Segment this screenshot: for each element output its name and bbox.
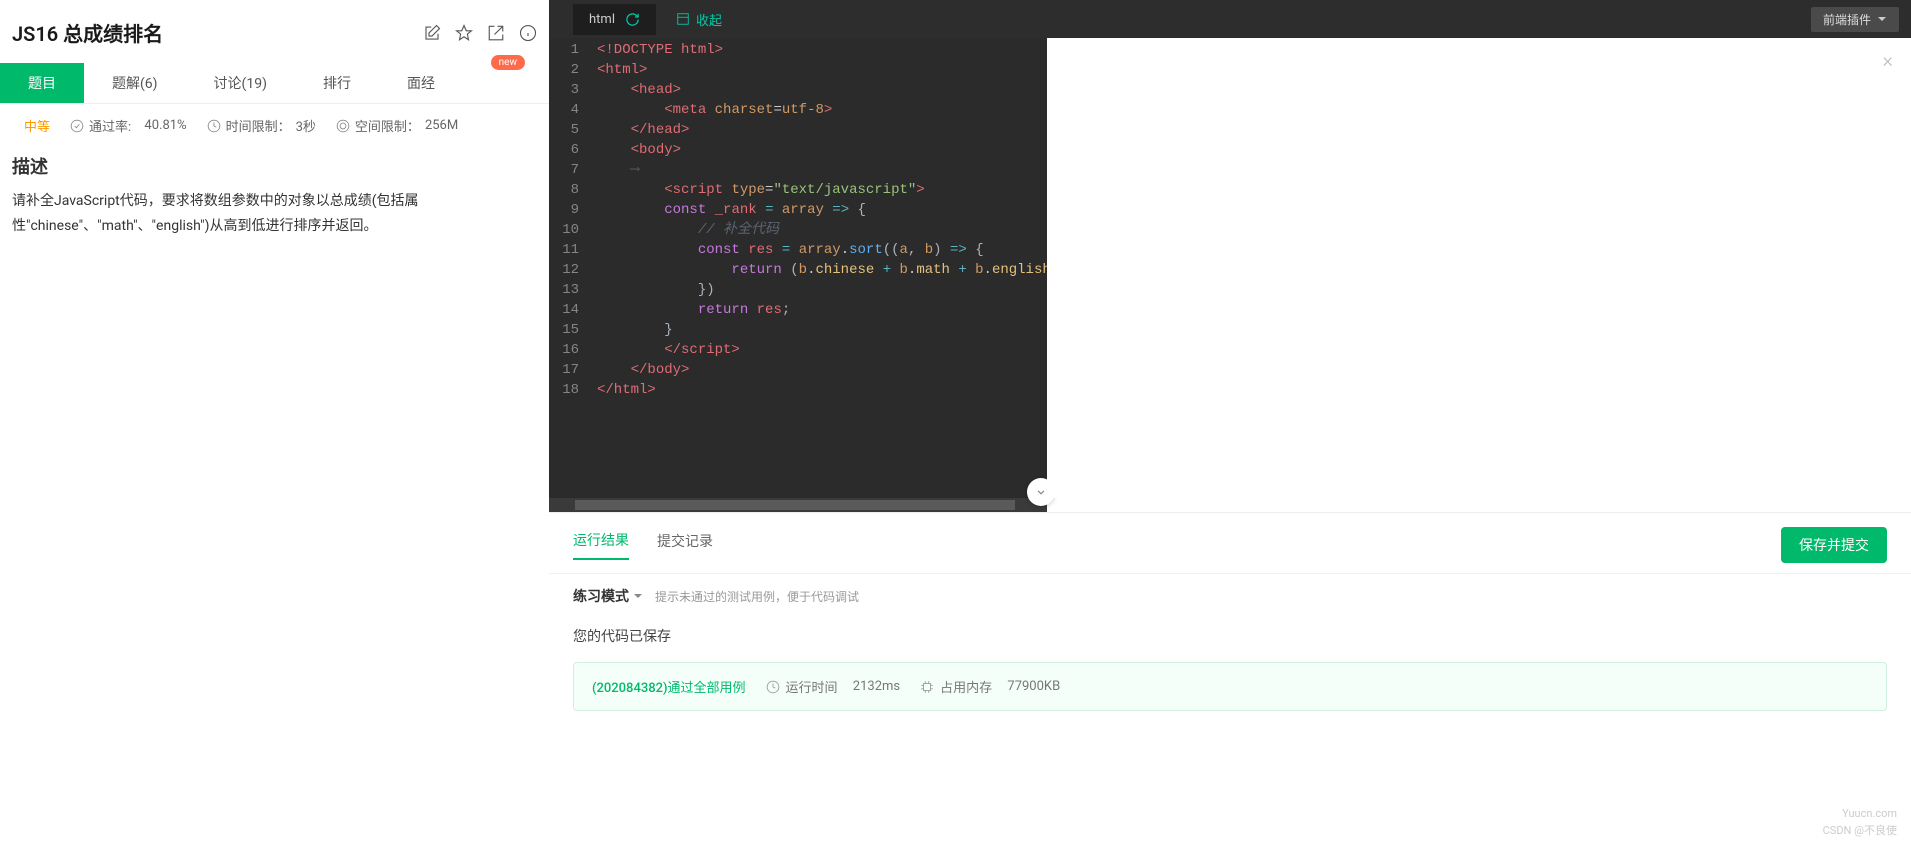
saved-message: 您的代码已保存 <box>549 618 1911 662</box>
share-icon[interactable] <box>487 24 505 42</box>
pass-result-box: (202084382)通过全部用例 运行时间 2132ms 占用内存 77900… <box>573 662 1887 711</box>
tab-solution[interactable]: 题解(6) <box>84 63 186 103</box>
memory-stat: 占用内存 77900KB <box>920 677 1060 696</box>
caret-down-icon <box>633 591 643 601</box>
difficulty-label: 中等 <box>24 116 50 135</box>
tab-interview[interactable]: 面经 <box>379 63 463 103</box>
tab-submit-history[interactable]: 提交记录 <box>657 531 713 559</box>
tab-discuss[interactable]: 讨论(19) <box>186 63 295 103</box>
close-icon[interactable]: × <box>1883 48 1893 72</box>
collapse-icon <box>676 12 690 26</box>
description-heading: 描述 <box>0 151 549 189</box>
submit-button[interactable]: 保存并提交 <box>1781 527 1887 563</box>
tab-rank[interactable]: 排行 <box>295 63 379 103</box>
chip-icon <box>920 680 934 694</box>
language-tab[interactable]: html <box>573 4 656 35</box>
clock-icon <box>207 119 221 133</box>
info-icon[interactable] <box>519 24 537 42</box>
collapse-button[interactable]: 收起 <box>676 10 722 29</box>
time-limit: 时间限制：3秒 <box>207 116 316 135</box>
description-body: 请补全JavaScript代码，要求将数组参数中的对象以总成绩(包括属性"chi… <box>0 189 549 239</box>
chevron-down-icon <box>1877 14 1887 24</box>
problem-tabs: 题目 题解(6) 讨论(19) 排行 面经 new <box>0 63 549 104</box>
target-icon <box>336 119 350 133</box>
horizontal-scrollbar[interactable] <box>549 498 1047 512</box>
edit-icon[interactable] <box>423 24 441 42</box>
star-icon[interactable] <box>455 24 473 42</box>
plugin-button[interactable]: 前端插件 <box>1811 7 1899 32</box>
refresh-icon[interactable] <box>625 12 640 27</box>
new-badge: new <box>491 55 525 70</box>
practice-hint: 提示未通过的测试用例，便于代码调试 <box>655 588 859 605</box>
watermark: Yuucn.com CSDN @不良使 <box>1823 805 1897 840</box>
code-editor[interactable]: 123456789101112131415161718 <!DOCTYPE ht… <box>549 38 1047 498</box>
check-circle-icon <box>70 119 84 133</box>
clock-icon <box>766 680 780 694</box>
tab-problem[interactable]: 题目 <box>0 63 84 103</box>
space-limit: 空间限制：256M <box>336 116 458 135</box>
preview-pane: × <box>1047 38 1911 498</box>
tab-run-result[interactable]: 运行结果 <box>573 530 629 560</box>
practice-mode-toggle[interactable]: 练习模式 <box>573 586 643 606</box>
runtime-stat: 运行时间 2132ms <box>766 677 901 696</box>
pass-summary: (202084382)通过全部用例 <box>592 677 746 696</box>
pass-rate: 通过率: 40.81% <box>70 116 187 135</box>
line-gutter: 123456789101112131415161718 <box>549 40 589 400</box>
problem-title: JS16 总成绩排名 <box>12 18 163 47</box>
editor-header: html 收起 前端插件 <box>549 0 1911 38</box>
code-content[interactable]: <!DOCTYPE html> <html> <head> <meta char… <box>549 38 1047 402</box>
